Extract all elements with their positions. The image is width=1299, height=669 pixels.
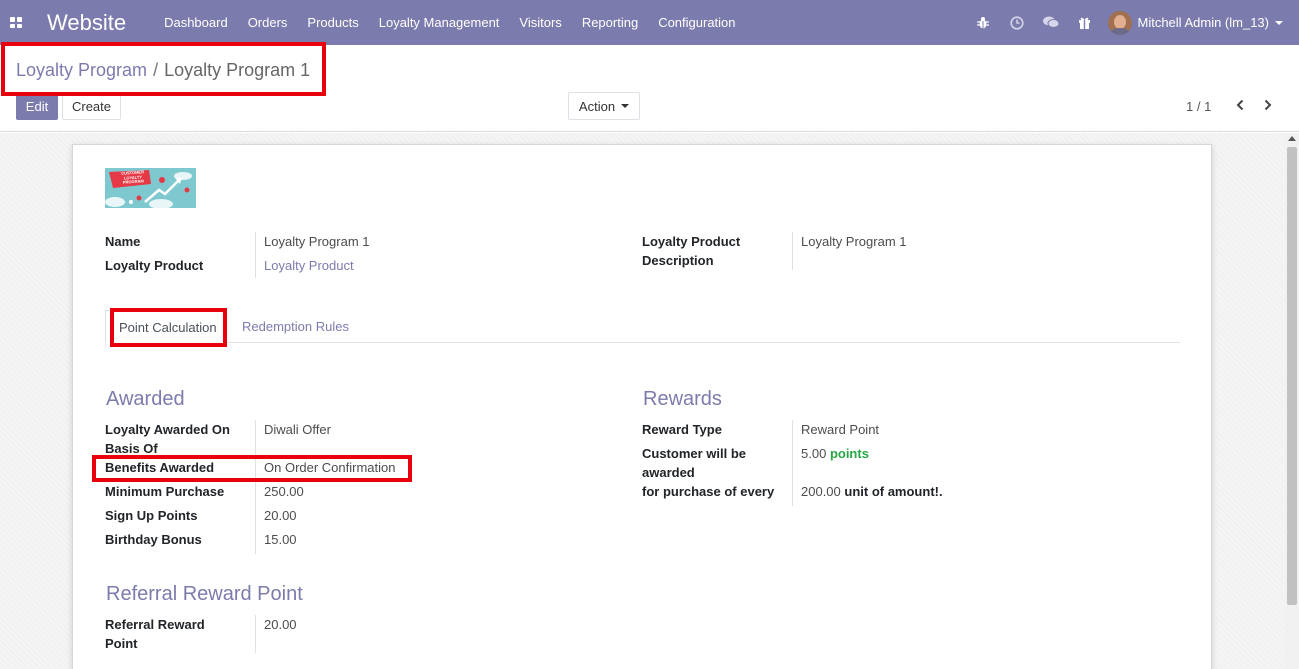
notebook-tabs: Point Calculation Redemption Rules [105,310,1180,343]
purchase-every-value: 200.00 unit of amount!. [801,482,943,501]
separator [792,232,793,270]
pager-previous-button[interactable] [1231,95,1249,115]
menu-configuration[interactable]: Configuration [648,0,745,45]
main-menu: Dashboard Orders Products Loyalty Manage… [154,0,745,45]
app-brand[interactable]: Website [47,10,126,36]
loyalty-product-label: Loyalty Product [105,258,204,273]
action-dropdown-button[interactable]: Action [568,92,640,120]
top-navbar: Website Dashboard Orders Products Loyalt… [0,0,1299,45]
referral-label-line-2: Point [105,636,138,651]
customer-awarded-label-line-2: awarded [642,465,695,480]
scroll-thumb[interactable] [1287,147,1297,605]
purchase-every-label: for purchase of every [642,484,775,499]
chat-icon[interactable] [1034,0,1068,45]
vertical-scrollbar[interactable] [1285,133,1299,669]
rewards-group-title: Rewards [643,388,722,410]
separator [255,232,256,278]
signup-points-label: Sign Up Points [105,508,198,523]
customer-awarded-label: Customer will be awarded [642,444,746,482]
separator [255,615,256,653]
program-image[interactable]: CUSTOMER LOYALTY PROGRAM [105,168,196,208]
edit-button[interactable]: Edit [16,92,58,120]
apps-menu-icon[interactable] [10,17,23,28]
menu-reporting[interactable]: Reporting [572,0,648,45]
form-view-content: CUSTOMER LOYALTY PROGRAM Name Loyalty Pr… [0,133,1299,669]
points-amount: 5.00 [801,446,827,461]
referral-label-line-1: Referral Reward [105,617,205,632]
scroll-up-arrow-icon[interactable] [1288,136,1296,141]
highlight-benefits-awarded [92,455,412,482]
loyalty-product-link[interactable]: Loyalty Product [264,256,354,275]
image-text-line-3: PROGRAM [122,178,144,185]
pager-next-button[interactable] [1259,95,1277,115]
basis-value: Diwali Offer [264,422,331,437]
gift-icon[interactable] [1068,0,1102,45]
minimum-purchase-label: Minimum Purchase [105,484,225,499]
clock-icon[interactable] [1000,0,1034,45]
reward-type-value: Reward Point [801,422,880,437]
separator [792,420,793,506]
awarded-group-title: Awarded [106,388,185,410]
form-sheet: CUSTOMER LOYALTY PROGRAM Name Loyalty Pr… [72,144,1212,669]
basis-label-line-2: Basis Of [105,441,158,456]
basis-label: Loyalty Awarded On Basis Of [105,420,230,458]
user-avatar[interactable] [1107,10,1132,35]
description-label: Loyalty Product Description [642,232,740,270]
basis-label-line-1: Loyalty Awarded On [105,422,230,437]
pager-value[interactable]: 1 / 1 [1186,99,1211,114]
referral-reward-label: Referral Reward Point [105,615,205,653]
menu-visitors[interactable]: Visitors [509,0,571,45]
customer-awarded-label-line-1: Customer will be [642,446,747,461]
bug-icon[interactable] [966,0,1000,45]
separator [255,420,256,554]
signup-points-value: 20.00 [264,508,297,523]
action-label: Action [578,98,616,114]
menu-loyalty-management[interactable]: Loyalty Management [369,0,510,45]
minimum-purchase-value: 250.00 [264,484,304,499]
highlight-breadcrumb [1,42,326,96]
description-label-line-2: Description [642,253,714,268]
description-label-line-1: Loyalty Product [642,234,741,249]
name-label: Name [105,234,141,249]
birthday-bonus-value: 15.00 [264,532,297,547]
systray: Mitchell Admin (lm_13) [966,0,1299,45]
reward-type-label: Reward Type [642,422,722,437]
referral-group-title: Referral Reward Point [106,583,303,605]
points-unit: points [829,446,869,461]
name-value: Loyalty Program 1 [264,234,370,249]
caret-down-icon [621,104,630,108]
chevron-right-icon [1264,99,1272,111]
menu-products[interactable]: Products [297,0,368,45]
menu-dashboard[interactable]: Dashboard [154,0,238,45]
customer-awarded-value: 5.00 points [801,444,869,463]
referral-reward-value: 20.00 [264,617,297,632]
program-image-caption: CUSTOMER LOYALTY PROGRAM [115,169,152,186]
create-button[interactable]: Create [62,92,121,120]
user-menu-name[interactable]: Mitchell Admin (lm_13) [1138,15,1270,30]
description-value: Loyalty Program 1 [801,234,907,249]
birthday-bonus-label: Birthday Bonus [105,532,202,547]
menu-orders[interactable]: Orders [238,0,298,45]
tab-redemption-rules[interactable]: Redemption Rules [242,310,349,343]
chevron-left-icon [1236,99,1244,111]
purchase-unit: unit of amount!. [844,484,943,499]
highlight-point-calculation-tab [110,308,227,347]
purchase-amount: 200.00 [801,484,841,499]
chevron-down-icon[interactable] [1275,20,1283,25]
